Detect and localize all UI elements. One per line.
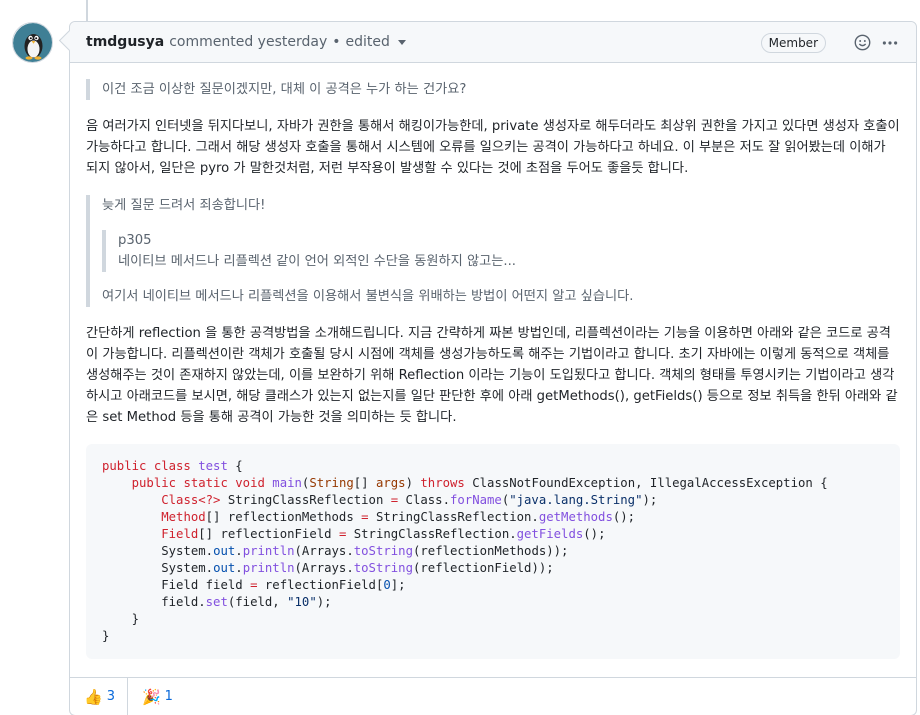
nested-blockquote: p305 네이티브 메서드나 리플렉션 같이 언어 외적인 수단을 동원하지 않… [102, 230, 888, 272]
comment-box: tmdgusya commented yesterday • edited Me… [69, 21, 917, 715]
timeline-line [86, 0, 88, 21]
code-line: public class test { [102, 459, 243, 473]
smiley-icon[interactable] [852, 33, 872, 53]
quote-text: 여기서 네이티브 메서드나 리플렉션을 이용해서 불변식을 위배하는 방법이 어… [102, 289, 634, 304]
code-block: public class test { public static void m… [86, 444, 900, 659]
paragraph: 음 여러가지 인터넷을 뒤지다보니, 자바가 권한을 통해서 해킹이가능한데, … [86, 119, 900, 176]
comment-body: 이건 조금 이상한 질문이겠지만, 대체 이 공격은 누가 하는 건가요? 음 … [70, 63, 916, 675]
code-line: field.set(field, "10"); [102, 595, 332, 609]
chevron-down-icon [397, 39, 406, 45]
nested-quote-title: p305 [118, 233, 152, 248]
code-line: Method[] reflectionMethods = StringClass… [161, 510, 636, 524]
code-line: } [102, 612, 140, 626]
penguin-avatar[interactable] [12, 22, 53, 63]
kebab-icon[interactable] [880, 33, 900, 53]
nested-quote-text: 네이티브 메서드나 리플렉션 같이 언어 외적인 수단을 동원하지 않고는... [118, 254, 516, 269]
code-line: System.out.println(Arrays.toString(refle… [102, 544, 569, 558]
reactions-bar: 👍 3 🎉 1 [70, 677, 916, 715]
author-link[interactable]: tmdgusya [86, 34, 164, 50]
quote-text: 늦게 질문 드려서 죄송합니다! [102, 198, 266, 213]
comment-timestamp[interactable]: commented yesterday [169, 34, 327, 50]
paragraph: 간단하게 reflection 을 통한 공격방법을 소개해드립니다. 지금 간… [86, 326, 898, 425]
code-line: } [102, 629, 110, 643]
edited-dropdown[interactable]: edited [346, 34, 406, 50]
party-popper-icon: 🎉 [141, 687, 161, 706]
code-line: Class<?> StringClassReflection = Class.f… [161, 493, 658, 507]
reaction-count: 3 [106, 689, 115, 704]
blockquote: 이건 조금 이상한 질문이겠지만, 대체 이 공격은 누가 하는 건가요? [86, 79, 900, 100]
separator: • [332, 34, 341, 50]
code-line: public static void main(String[] args) t… [131, 476, 828, 490]
member-badge: Member [760, 32, 826, 53]
edited-label: edited [345, 34, 390, 50]
reaction-thumbs-up[interactable]: 👍 3 [80, 678, 127, 715]
reaction-count: 1 [164, 689, 173, 704]
code-line: Field field = reflectionField[0]; [102, 578, 406, 592]
header-actions: Member [760, 22, 900, 63]
code-line: Field[] reflectionField = StringClassRef… [161, 527, 606, 541]
reaction-tada[interactable]: 🎉 1 [126, 677, 185, 715]
code-line: System.out.println(Arrays.toString(refle… [102, 561, 554, 575]
blockquote: 늦게 질문 드려서 죄송합니다! p305 네이티브 메서드나 리플렉션 같이 … [86, 195, 900, 307]
quote-text: 이건 조금 이상한 질문이겠지만, 대체 이 공격은 누가 하는 건가요? [102, 82, 467, 97]
thumbs-up-icon: 👍 [84, 687, 103, 706]
comment-header: tmdgusya commented yesterday • edited Me… [70, 22, 916, 63]
